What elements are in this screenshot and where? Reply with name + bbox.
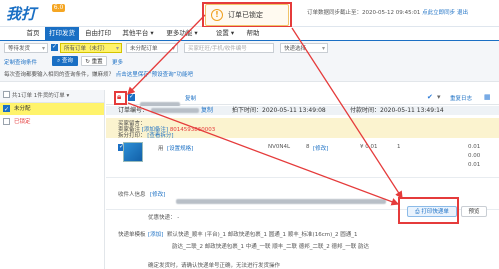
arrow-toast-to-lock bbox=[127, 14, 206, 95]
arrow-lock-to-print bbox=[127, 102, 400, 206]
annotation-arrows bbox=[127, 14, 403, 206]
arrow-toast-to-print bbox=[291, 27, 403, 200]
